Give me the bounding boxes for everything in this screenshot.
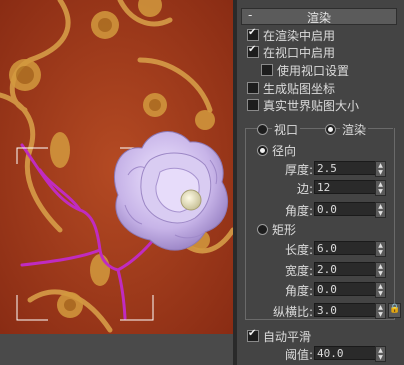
- spinner-arrows-icon[interactable]: ▲ ▼: [375, 241, 386, 257]
- thickness-label: 厚度:: [284, 163, 313, 177]
- spinner-arrows-icon[interactable]: ▲ ▼: [375, 346, 386, 362]
- rose-bud: [180, 189, 202, 211]
- use-viewport-settings-label: 使用视口设置: [277, 64, 350, 78]
- spinner-arrows-icon[interactable]: ▲ ▼: [375, 202, 386, 218]
- rectangular-label: 矩形: [272, 223, 297, 237]
- rectangular-radio[interactable]: [257, 224, 268, 235]
- generate-mapping-coords-label: 生成贴图坐标: [263, 82, 336, 96]
- length-input[interactable]: [314, 241, 376, 255]
- rect-angle-label: 角度:: [284, 284, 313, 298]
- rendering-rollout-panel: - 渲染 在渲染中启用 在视口中启用 使用视口设置 生成贴图坐标 真实世界贴图大…: [237, 0, 404, 365]
- enable-in-viewport-label: 在视口中启用: [263, 46, 336, 60]
- viewport-bottom-bar: [0, 334, 233, 365]
- real-world-map-size-checkbox[interactable]: [247, 99, 259, 111]
- rect-angle-input[interactable]: [314, 282, 376, 296]
- rollout-title: 渲染: [306, 11, 331, 25]
- spinner-arrows-icon[interactable]: ▲ ▼: [375, 262, 386, 278]
- sides-input[interactable]: [314, 180, 376, 194]
- viewport-scene: [0, 0, 233, 334]
- real-world-map-size-label: 真实世界贴图大小: [263, 99, 360, 113]
- rollout-header-rendering[interactable]: - 渲染: [241, 8, 397, 25]
- threshold-input[interactable]: [314, 346, 376, 360]
- length-label: 长度:: [284, 243, 313, 257]
- use-viewport-settings-checkbox[interactable]: [261, 64, 273, 76]
- thickness-input[interactable]: [314, 161, 376, 175]
- spinner-arrows-icon[interactable]: ▲ ▼: [375, 161, 386, 177]
- radial-radio[interactable]: [257, 145, 268, 156]
- lock-icon[interactable]: 🔒: [388, 303, 401, 318]
- enable-in-renderer-checkbox[interactable]: [247, 27, 259, 41]
- radial-angle-label: 角度:: [284, 204, 313, 218]
- threshold-label: 阈值:: [284, 348, 313, 362]
- spinner-arrows-icon[interactable]: ▲ ▼: [375, 180, 386, 196]
- width-label: 宽度:: [284, 264, 313, 278]
- viewport[interactable]: [0, 0, 233, 334]
- enable-in-renderer-label: 在渲染中启用: [263, 29, 336, 43]
- generate-mapping-coords-checkbox[interactable]: [247, 82, 259, 94]
- spinner-arrows-icon[interactable]: ▲ ▼: [375, 282, 386, 298]
- radial-label: 径向: [272, 144, 297, 158]
- enable-in-viewport-checkbox[interactable]: [247, 44, 259, 58]
- spinner-arrows-icon[interactable]: ▲ ▼: [375, 303, 386, 319]
- auto-smooth-label: 自动平滑: [263, 330, 312, 344]
- radial-angle-input[interactable]: [314, 202, 376, 216]
- aspect-label: 纵横比:: [272, 305, 313, 319]
- sides-label: 边:: [296, 182, 313, 196]
- aspect-input[interactable]: [314, 303, 376, 317]
- auto-smooth-checkbox[interactable]: [247, 328, 259, 342]
- width-input[interactable]: [314, 262, 376, 276]
